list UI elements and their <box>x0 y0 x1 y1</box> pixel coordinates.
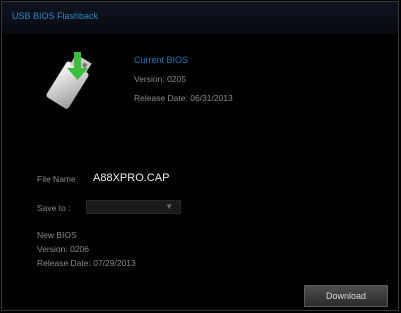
save-to-dropdown[interactable]: ▼ <box>86 200 181 214</box>
usb-bios-flashback-window: USB BIOS Flashback Current BIOS Version:… <box>1 1 399 311</box>
new-bios-release-date: Release Date: 07/29/2013 <box>37 258 136 268</box>
new-bios-heading: New BIOS <box>37 230 77 240</box>
usb-drive-download-icon <box>46 52 92 109</box>
current-bios-release-date: Release Date: 06/31/2013 <box>134 93 233 103</box>
file-name-label: File Name <box>37 174 76 184</box>
window-title: USB BIOS Flashback <box>12 11 99 21</box>
download-button[interactable]: Download <box>304 285 388 307</box>
current-bios-version: Version: 0205 <box>134 74 186 84</box>
title-bar: USB BIOS Flashback <box>2 2 398 34</box>
file-name-value: A88XPRO.CAP <box>93 172 170 184</box>
chevron-down-icon: ▼ <box>165 202 173 211</box>
new-bios-version: Version: 0206 <box>37 244 89 254</box>
current-bios-heading: Current BIOS <box>134 55 189 65</box>
save-to-label: Save to : <box>37 203 71 213</box>
